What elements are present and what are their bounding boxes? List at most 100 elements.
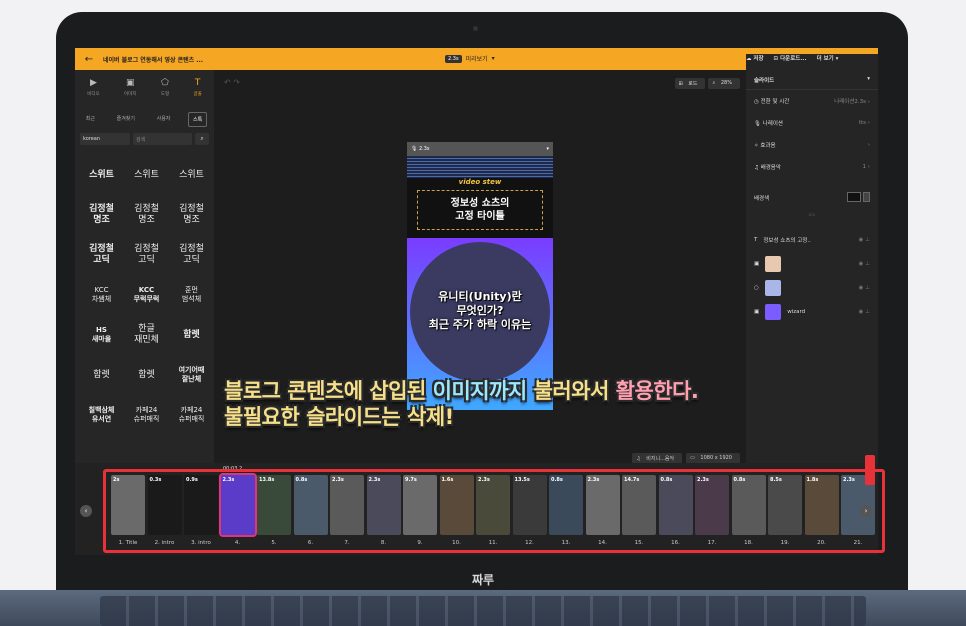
video-text-line-1: 유니티(Unity)란 (438, 290, 522, 303)
bg-color-dropdown[interactable] (863, 192, 870, 202)
music-icon: ♫ (754, 165, 759, 171)
tab-video-label: 비디오 (87, 92, 100, 97)
sound-effect-row[interactable]: ✧ 효과음 › (746, 134, 878, 156)
font-option[interactable]: 김정철 명조 (80, 195, 123, 235)
layer-item[interactable]: T 정보성 쇼츠의 고정.. ◉ ⊥ (746, 228, 878, 252)
font-option[interactable]: 한글 재민체 (125, 315, 168, 355)
video-text-line-2: 무엇인가? (456, 304, 504, 317)
font-option[interactable]: HS 새마을 (80, 315, 123, 355)
narration-value: tts (858, 120, 867, 126)
zoom-value: 28% (716, 78, 736, 88)
top-bar: ← 네이버 블로그 연동해서 영상 콘텐츠 ... 2.3s 미리보기 ▾ ☁ … (75, 48, 878, 447)
eye-icon[interactable]: ◉ ⊥ (859, 285, 870, 291)
text-icon: T (754, 237, 758, 243)
download-label: 다운로드... (780, 56, 807, 62)
tab-text-label: 글꼴 (193, 92, 202, 97)
fixed-title-textbox[interactable]: 정보성 쇼츠의 고정 타이틀 (417, 190, 543, 230)
shape-icon: ○ (754, 285, 759, 291)
zoom-select[interactable]: ⌕ 28% (708, 78, 740, 89)
preview-control[interactable]: 2.3s 미리보기 ▾ (445, 54, 495, 63)
video-text[interactable]: 유니티(Unity)란 무엇인가? 최근 주가 하락 이유는 (407, 290, 553, 332)
tab-image[interactable]: ▣ 이미지 (124, 78, 136, 106)
font-option[interactable]: 함렛 (170, 315, 213, 355)
highlight-frame (103, 469, 885, 553)
tab-shape[interactable]: ⬠ 도형 (161, 78, 169, 106)
slide-header: 🎙 2.3s ▾ (407, 142, 553, 156)
striped-background (407, 156, 553, 178)
bg-color-swatch[interactable] (847, 192, 862, 202)
subtab-favorites[interactable]: 즐겨찾기 (113, 112, 139, 127)
font-option[interactable]: 칠백삼체 유서연 (80, 395, 123, 435)
text-icon: T (194, 78, 201, 88)
caption-line-2: 불필요한 슬라이드는 삭제! (224, 405, 454, 429)
font-option[interactable]: 김정철 고딕 (125, 235, 168, 275)
font-option[interactable]: KCC 차쌤체 (80, 275, 123, 315)
font-search-input[interactable]: 검색 (133, 133, 192, 145)
bgm-label: 배경음악 (760, 165, 781, 171)
font-option[interactable]: 카페24 슈퍼매직 (170, 395, 213, 435)
slide-panel-title: 슬라이드 (754, 78, 775, 84)
font-option[interactable]: 카페24 슈퍼매직 (125, 395, 168, 435)
tab-video[interactable]: ▶ 비디오 (87, 78, 99, 106)
bgm-row[interactable]: ♫ 배경음악 1 › (746, 156, 878, 178)
transition-value: 나레이션2.3s (834, 99, 867, 105)
font-grid: 스위트 스위트 스위트 김정철 명조 김정철 명조 김정철 명조 김정철 고딕 김정철 고딕 김… (80, 155, 210, 435)
eye-icon[interactable]: ◉ ⊥ (859, 309, 870, 315)
font-option[interactable]: 훈먼 범석체 (170, 275, 213, 315)
font-option[interactable]: 김정철 고딕 (80, 235, 123, 275)
bg-color-label: 배경색 (754, 196, 770, 202)
more-label: 더 보기 (816, 56, 834, 62)
sound-effect-label: 효과음 (760, 143, 776, 149)
caption-part-2: 이미지까지 (432, 379, 534, 403)
font-option[interactable]: KCC 무럭무럭 (125, 275, 168, 315)
caption-part-3: 불러와서 (533, 379, 616, 403)
caption-part-1: 블로그 콘텐츠에 삽입된 (224, 379, 433, 403)
fit-button[interactable]: ⊞ 로드 (674, 78, 706, 89)
search-icon[interactable]: ⌕ (195, 133, 209, 145)
font-option[interactable]: 김정철 고딕 (170, 235, 213, 275)
sparkle-icon: ✧ (754, 143, 759, 149)
slide-panel-header[interactable]: 슬라이드 ▾ (746, 70, 878, 90)
shape-icon: ⬠ (161, 78, 169, 88)
font-option[interactable]: 스위트 (80, 155, 123, 195)
font-option[interactable]: 여기어때 잘난체 (170, 355, 213, 395)
font-subtabs: 최근 즐겨찾기 사용자 스톡 (75, 112, 214, 127)
font-option[interactable]: 김정철 명조 (125, 195, 168, 235)
slide-preview[interactable]: 🎙 2.3s ▾ video stew 정보성 쇼츠의 고정 타이틀 유니티(Un… (407, 142, 553, 410)
narration-row[interactable]: 🎙 나레이션 tts › (746, 112, 878, 134)
layer-thumbnail (765, 256, 782, 272)
eye-icon[interactable]: ◉ ⊥ (859, 261, 870, 267)
font-option[interactable]: 함렛 (125, 355, 168, 395)
subtab-user[interactable]: 사용자 (153, 112, 175, 127)
subtab-recent[interactable]: 최근 (82, 112, 99, 127)
layer-item[interactable]: ▣ wizard ◉ ⊥ (746, 300, 878, 324)
language-select[interactable]: korean (80, 133, 130, 145)
transition-time-row[interactable]: ◷ 전환 및 시간 나레이션2.3s › (746, 90, 878, 112)
eye-icon[interactable]: ◉ ⊥ (859, 237, 870, 243)
keyboard-keys (100, 596, 866, 626)
undo-redo-icons[interactable]: ↶ ↷ (224, 78, 240, 87)
webcam (473, 26, 478, 31)
font-option[interactable]: 스위트 (170, 155, 213, 195)
subtab-stock[interactable]: 스톡 (188, 112, 208, 127)
project-title[interactable]: 네이버 블로그 연동해서 영상 콘텐츠 ... (103, 55, 203, 64)
font-option[interactable]: 김정철 명조 (170, 195, 213, 235)
scroll-left-icon[interactable]: ‹ (80, 505, 92, 517)
duration-badge: 2.3s (445, 54, 462, 63)
image-icon: ▣ (754, 309, 760, 315)
brand-logo-text: video stew (458, 178, 502, 186)
preview-label: 미리보기 (465, 56, 488, 63)
font-option[interactable]: 스위트 (125, 155, 168, 195)
font-option[interactable]: 함렛 (80, 355, 123, 395)
narration-label: 나레이션 (762, 121, 783, 127)
image-icon: ▣ (125, 78, 135, 88)
chevron-down-icon[interactable]: ▾ (546, 146, 549, 152)
layer-item[interactable]: ○ ◉ ⊥ (746, 276, 878, 300)
clock-icon: ◷ (754, 99, 759, 105)
back-arrow-icon[interactable]: ← (75, 54, 103, 65)
layer-item[interactable]: ▣ ◉ ⊥ (746, 252, 878, 276)
laptop-brand: 짜루 (471, 573, 495, 587)
download-icon: ⊡ (773, 56, 779, 62)
keyboard-deck (0, 590, 966, 626)
tab-text[interactable]: T 글꼴 (193, 78, 201, 106)
